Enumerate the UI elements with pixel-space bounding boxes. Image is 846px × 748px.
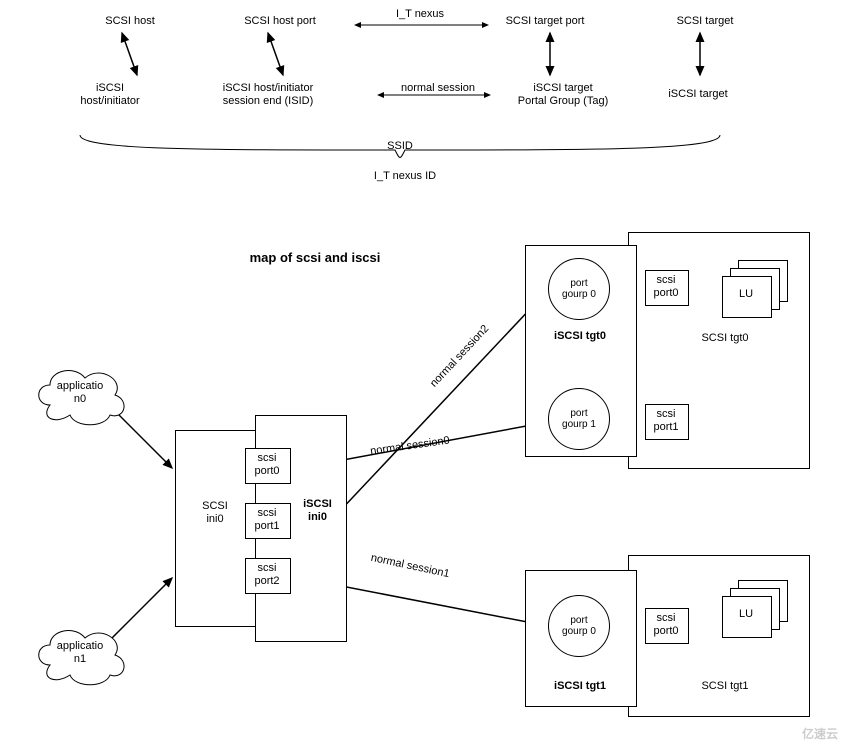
ini-scsi-port-0-label: scsi port0 [245, 452, 289, 478]
ssid-label: SSID [370, 140, 430, 153]
tgt1-lu-label: LU [722, 608, 770, 621]
it-nexus-label: I_T nexus [380, 8, 460, 21]
iscsi-tgt1-label: iSCSI tgt1 [540, 680, 620, 693]
iscsi-target-label: iSCSI target [648, 88, 748, 101]
scsi-ini-label: SCSI ini0 [185, 500, 245, 526]
iscsi-tgt0-label: iSCSI tgt0 [540, 330, 620, 343]
tgt0-scsi-port-1-label: scsi port1 [645, 408, 687, 434]
ini-scsi-port-1-label: scsi port1 [245, 507, 289, 533]
tgt0-port-group-0: port gourp 0 [548, 258, 610, 320]
tgt1-port-group-0: port gourp 0 [548, 595, 610, 657]
iscsi-host-initiator-label: iSCSIhost/initiator [60, 82, 160, 108]
scsi-target-port-label: SCSI target port [485, 15, 605, 28]
scsi-host-label: SCSI host [90, 15, 170, 28]
scsi-tgt0-label: SCSI tgt0 [685, 332, 765, 345]
scsi-host-port-label: SCSI host port [225, 15, 335, 28]
normal-session-label: normal session [388, 82, 488, 95]
session-1-label: normal session1 [350, 560, 470, 573]
application-0-label: applicatio n0 [45, 380, 115, 406]
tgt0-lu-label: LU [722, 288, 770, 301]
application-1-label: applicatio n1 [45, 640, 115, 666]
tgt1-scsi-port-0-label: scsi port0 [645, 612, 687, 638]
watermark-label: 亿速云 [802, 725, 838, 742]
iscsi-ini-label: iSCSI ini0 [290, 498, 345, 524]
tgt0-scsi-port-0-label: scsi port0 [645, 274, 687, 300]
diagram-title: map of scsi and iscsi [225, 250, 405, 266]
scsi-target-label: SCSI target [660, 15, 750, 28]
iscsi-isid-label: iSCSI host/initiatorsession end (ISID) [188, 82, 348, 108]
ini-scsi-port-2-label: scsi port2 [245, 562, 289, 588]
session-2-label: normal session2 [400, 350, 520, 363]
it-nexus-id-label: I_T nexus ID [350, 170, 460, 183]
tgt0-port-group-1: port gourp 1 [548, 388, 610, 450]
session-0-label: normal session0 [350, 440, 470, 453]
iscsi-tgt-pg-label: iSCSI targetPortal Group (Tag) [498, 82, 628, 108]
scsi-tgt1-label: SCSI tgt1 [685, 680, 765, 693]
